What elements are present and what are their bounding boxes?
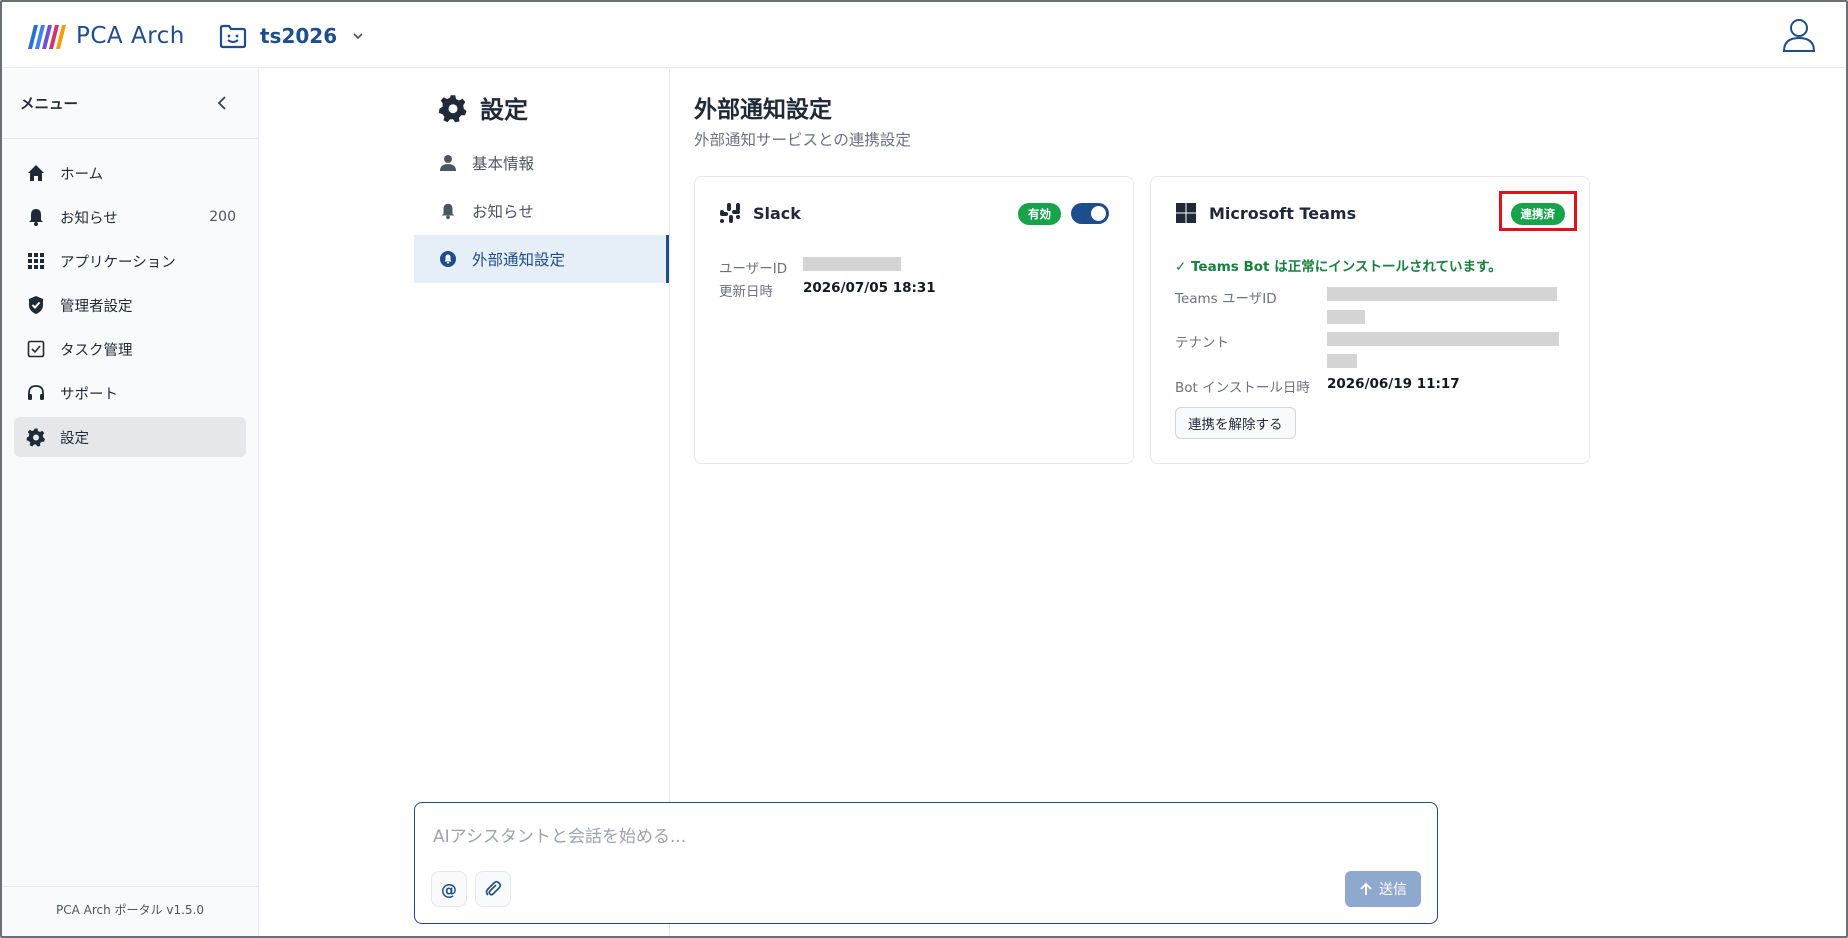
chat-input[interactable]: [433, 823, 1393, 851]
teams-tenant-label: テナント: [1175, 335, 1229, 351]
sidebar-item-admin[interactable]: 管理者設定: [14, 285, 246, 325]
shield-icon: [26, 295, 46, 315]
sidebar-item-label: アプリケーション: [60, 254, 176, 271]
slack-user-id-label: ユーザーID: [719, 261, 788, 277]
redacted-value: [1327, 354, 1357, 368]
redacted-value: [803, 257, 901, 271]
sidebar-menu: ホーム お知らせ 200 アプリケーション 管理者設定 タスク管理 サポート 設…: [2, 139, 258, 457]
page-subtitle: 外部通知サービスとの連携設定: [694, 131, 911, 149]
teams-name: Microsoft Teams: [1209, 203, 1357, 223]
slack-icon: [720, 203, 740, 223]
mention-button[interactable]: @: [431, 871, 467, 907]
slack-updated-value: 2026/07/05 18:31: [803, 280, 936, 296]
workspace-switcher[interactable]: ts2026: [218, 20, 365, 52]
slack-status-badge: 有効: [1018, 203, 1061, 225]
teams-card: Microsoft Teams 連携済 ✓ Teams Bot は正常にインスト…: [1150, 176, 1590, 464]
teams-bot-installed-value: 2026/06/19 11:17: [1327, 376, 1460, 392]
redacted-value: [1327, 310, 1365, 324]
sidebar: メニュー ホーム お知らせ 200 アプリケーション 管理者設定 タスク管理 サ…: [2, 69, 259, 936]
sidebar-item-label: ホーム: [60, 166, 104, 183]
user-icon: [438, 153, 458, 173]
page-title: 外部通知設定: [694, 97, 832, 123]
send-label: 送信: [1379, 882, 1407, 898]
gear-icon: [26, 427, 46, 447]
sidebar-item-label: お知らせ: [60, 210, 118, 227]
sidebar-item-label: 管理者設定: [60, 298, 133, 315]
settings-title: 設定: [480, 96, 528, 124]
app-window: PCA Arch ts2026 メニュー ホーム お知らせ 200 アプリケーシ…: [0, 0, 1848, 938]
version-footer: PCA Arch ポータル v1.5.0: [2, 886, 258, 936]
bell-icon: [26, 207, 46, 227]
brand-name: PCA Arch: [76, 23, 185, 49]
sidebar-item-settings[interactable]: 設定: [14, 417, 246, 457]
windows-icon: [1176, 203, 1196, 223]
settings-nav: 基本情報 お知らせ 外部通知設定: [414, 139, 669, 283]
sidebar-item-applications[interactable]: アプリケーション: [14, 241, 246, 281]
settings-tab-basic-info[interactable]: 基本情報: [414, 139, 669, 187]
settings-tab-label: お知らせ: [472, 203, 534, 221]
settings-tab-label: 基本情報: [472, 155, 535, 173]
attach-button[interactable]: [475, 871, 511, 907]
sidebar-item-tasks[interactable]: タスク管理: [14, 329, 246, 369]
notification-icon: [438, 249, 458, 269]
send-button[interactable]: 送信: [1345, 871, 1421, 907]
gear-icon: [438, 94, 467, 122]
slack-name: Slack: [753, 203, 801, 223]
home-icon: [26, 163, 46, 183]
slack-updated-label: 更新日時: [719, 284, 773, 300]
sidebar-item-home[interactable]: ホーム: [14, 153, 246, 193]
sidebar-item-label: タスク管理: [60, 342, 133, 359]
sidebar-title: メニュー: [20, 97, 78, 113]
slack-updated-row: 更新日時 2026/07/05 18:31: [719, 280, 936, 300]
slack-card: Slack 有効 ユーザーID 更新日時 2026/07/05 18:31: [694, 176, 1134, 464]
slack-user-id-row: ユーザーID: [719, 257, 901, 277]
sidebar-item-notices[interactable]: お知らせ 200: [14, 197, 246, 237]
user-account-icon[interactable]: [1780, 16, 1818, 54]
headset-icon: [26, 383, 46, 403]
brand-logo-mark: [28, 25, 66, 49]
at-icon: @: [441, 879, 457, 899]
arrow-up-icon: [1360, 882, 1372, 895]
sidebar-item-support[interactable]: サポート: [14, 373, 246, 413]
ai-chat-box: @ 送信: [414, 802, 1438, 924]
grid-icon: [26, 251, 46, 271]
teams-status-message: ✓ Teams Bot は正常にインストールされています。: [1175, 259, 1502, 275]
chevron-left-icon[interactable]: [212, 91, 232, 115]
slack-enable-toggle[interactable]: [1071, 203, 1109, 224]
settings-tab-external-notification[interactable]: 外部通知設定: [414, 235, 669, 283]
slack-card-header: Slack: [719, 201, 801, 225]
checkbox-icon: [26, 339, 46, 359]
notification-count: 200: [209, 209, 236, 225]
sidebar-header: メニュー: [2, 69, 258, 139]
settings-tab-notices[interactable]: お知らせ: [414, 187, 669, 235]
paperclip-icon: [485, 880, 502, 896]
brand-logo[interactable]: PCA Arch: [26, 20, 185, 52]
sidebar-item-label: 設定: [60, 430, 89, 447]
top-header: PCA Arch ts2026: [2, 2, 1846, 68]
redacted-value: [1327, 287, 1557, 301]
teams-card-header: Microsoft Teams: [1175, 201, 1356, 225]
sidebar-item-label: サポート: [60, 386, 118, 403]
chevron-down-icon: [353, 33, 363, 40]
teams-user-id-label: Teams ユーザID: [1175, 291, 1277, 307]
settings-tab-label: 外部通知設定: [472, 251, 566, 269]
folder-smile-icon: [219, 24, 247, 49]
bell-icon: [438, 201, 458, 221]
teams-bot-installed-label: Bot インストール日時: [1175, 380, 1310, 396]
highlight-box: [1499, 191, 1577, 231]
settings-header: 設定: [438, 90, 528, 125]
disconnect-button[interactable]: 連携を解除する: [1175, 407, 1296, 439]
workspace-name: ts2026: [260, 24, 338, 48]
redacted-value: [1327, 332, 1559, 346]
